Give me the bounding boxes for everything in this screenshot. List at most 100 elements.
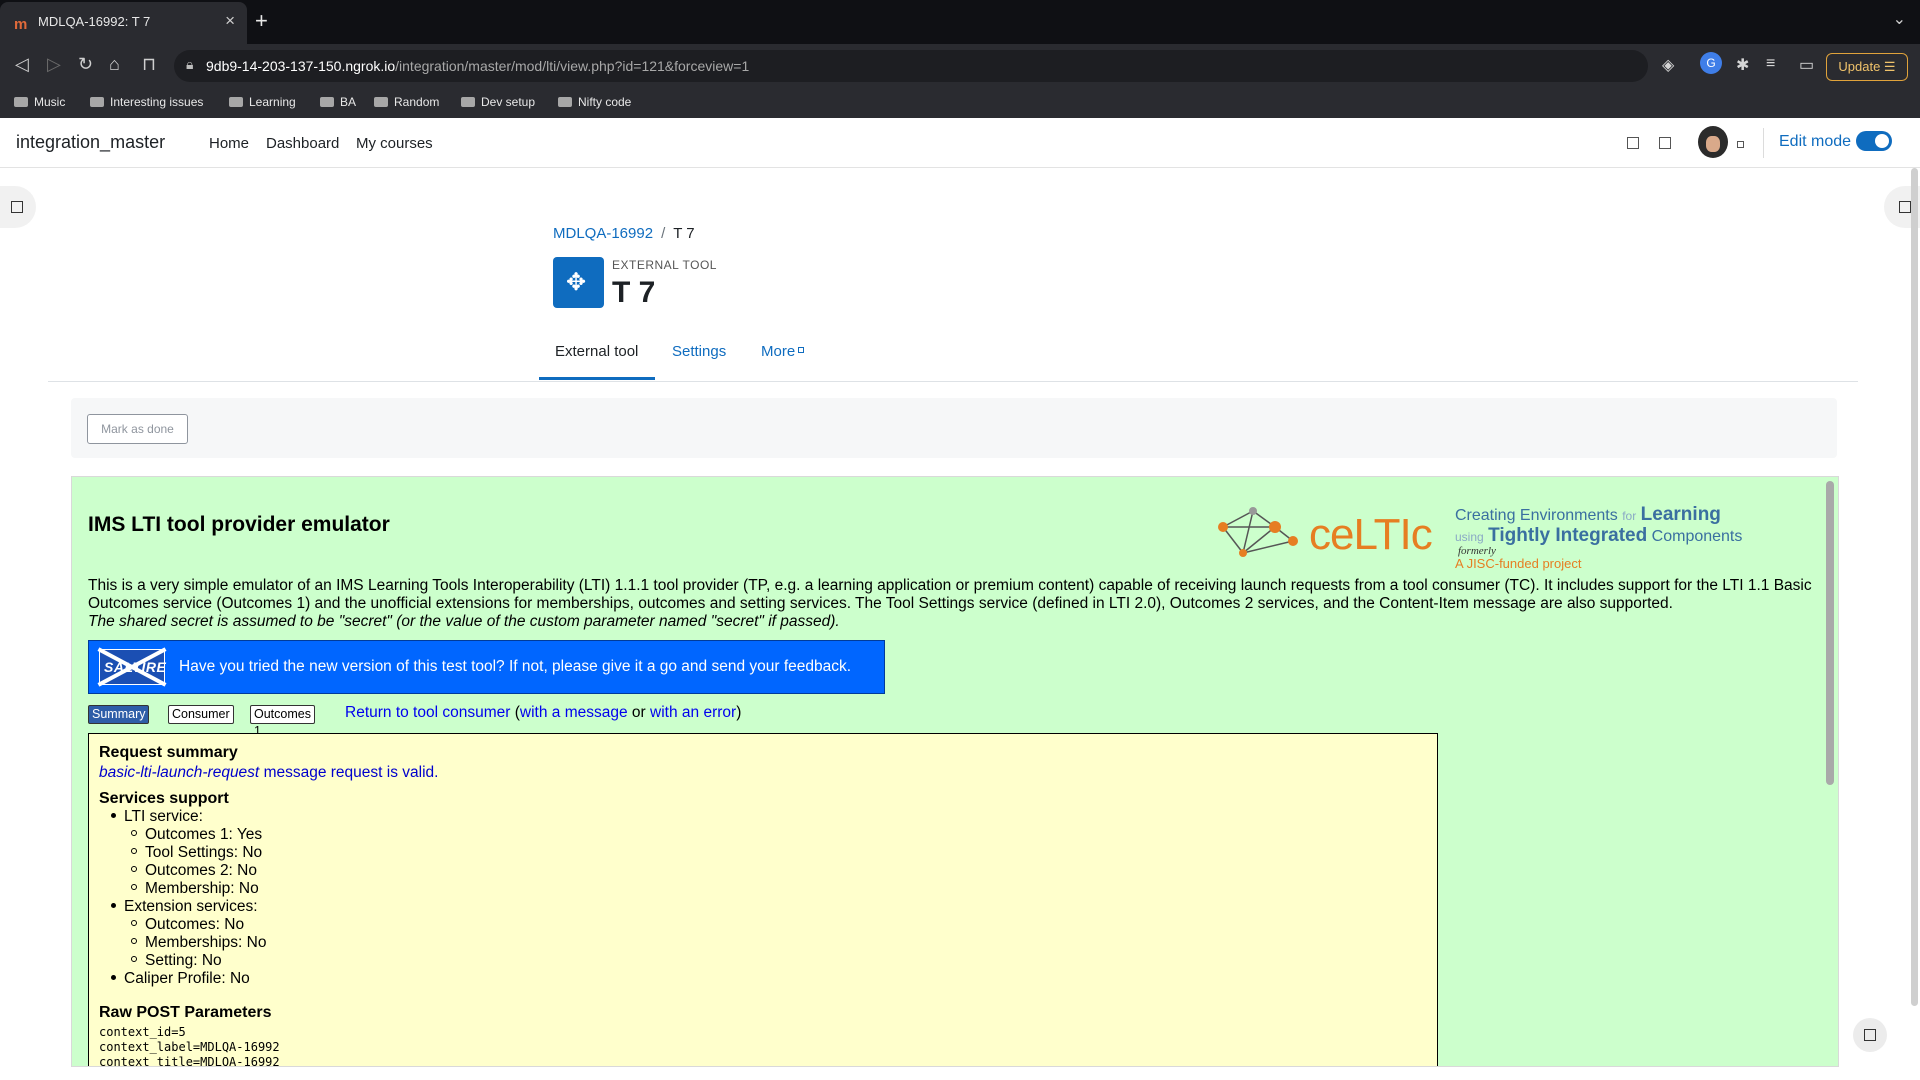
list-item: Membership: No	[131, 880, 259, 898]
more-caret-icon	[798, 347, 805, 353]
bookmark-learning[interactable]: Learning	[229, 95, 296, 109]
tab-settings[interactable]: Settings	[672, 343, 726, 360]
folder-icon	[374, 97, 388, 107]
folder-icon	[90, 97, 104, 107]
address-bar[interactable]: 🔒︎ 9db9-14-203-137-150.ngrok.io/integrat…	[174, 50, 1648, 82]
tab-search-chevron-icon[interactable]: ⌄	[1893, 9, 1906, 29]
update-button[interactable]: Update ☰	[1826, 53, 1908, 81]
browser-toolbar: ◁ ▷ ↻ ⌂ ⊓ 🔒︎ 9db9-14-203-137-150.ngrok.i…	[0, 44, 1920, 88]
moodle-favicon-icon: m	[14, 16, 28, 33]
celtic-tagline: Creating Environments for Learning using…	[1455, 504, 1743, 546]
list-item: Outcomes 1: Yes	[131, 826, 262, 844]
list-item: Tool Settings: No	[131, 844, 262, 862]
moodle-navbar: integration_master Home Dashboard My cou…	[0, 118, 1920, 168]
return-to-consumer-link: Return to tool consumer (with a message …	[345, 704, 742, 721]
secondary-navigation: External tool Settings More	[48, 331, 1858, 382]
active-tab-indicator	[539, 377, 655, 380]
nav-dashboard[interactable]: Dashboard	[266, 135, 339, 152]
browser-tab-strip: m MDLQA-16992: T 7 × + ⌄	[0, 0, 1920, 44]
external-tool-icon: ✥	[553, 257, 604, 308]
reload-icon[interactable]: ↻	[78, 54, 93, 75]
nav-my-courses[interactable]: My courses	[356, 135, 433, 152]
list-item: Setting: No	[131, 952, 222, 970]
list-item: Outcomes: No	[131, 916, 244, 934]
summary-tab-button[interactable]: Summary	[88, 705, 150, 724]
notifications-icon[interactable]	[1627, 137, 1639, 149]
user-menu-caret-icon[interactable]	[1737, 141, 1744, 148]
edit-mode-label: Edit mode	[1779, 133, 1852, 150]
bookmark-random[interactable]: Random	[374, 95, 439, 109]
saltire-message: Have you tried the new version of this t…	[179, 658, 852, 675]
bookmark-music[interactable]: Music	[14, 95, 65, 109]
brave-shield-icon[interactable]: ◈	[1662, 55, 1674, 75]
breadcrumb-current: T 7	[673, 225, 695, 242]
return-with-error-link[interactable]: with an error	[650, 704, 736, 721]
saltire-banner[interactable]: SALTIRE Have you tried the new version o…	[88, 640, 885, 694]
wallet-icon[interactable]: ▭	[1799, 55, 1814, 75]
module-type-label: EXTERNAL TOOL	[612, 258, 717, 272]
lock-icon: 🔒︎	[186, 56, 194, 72]
url-text: 9db9-14-203-137-150.ngrok.io/integration…	[206, 58, 750, 74]
new-tab-icon[interactable]: +	[255, 8, 268, 34]
translate-extension-icon[interactable]: G	[1700, 52, 1722, 74]
secret-note: The shared secret is assumed to be "secr…	[88, 613, 840, 630]
raw-param-line: context_id=5	[99, 1025, 186, 1039]
lti-tool-frame: IMS LTI tool provider emulator ceLTIc Cr…	[71, 476, 1839, 1067]
return-with-message-link[interactable]: with a message	[520, 704, 628, 721]
bookmark-ba[interactable]: BA	[320, 95, 356, 109]
list-item: LTI service:	[111, 808, 203, 826]
breadcrumb-course-link[interactable]: MDLQA-16992	[553, 225, 653, 242]
messages-icon[interactable]	[1659, 137, 1671, 149]
jisc-note: A JISC-funded project	[1455, 556, 1582, 571]
puzzle-icon: ✥	[566, 269, 587, 296]
request-summary-heading: Request summary	[99, 744, 238, 761]
raw-param-line: context_label=MDLQA-16992	[99, 1040, 280, 1054]
services-support-heading: Services support	[99, 790, 229, 807]
navbar-divider	[1763, 128, 1764, 158]
outcomes-tab-button[interactable]: Outcomes 1	[250, 705, 315, 738]
mark-as-done-button[interactable]: Mark as done	[87, 414, 188, 444]
nav-home[interactable]: Home	[209, 135, 249, 152]
close-tab-icon[interactable]: ×	[225, 11, 235, 31]
edit-mode-toggle[interactable]	[1856, 131, 1892, 151]
request-summary-panel: Request summary basic-lti-launch-request…	[88, 733, 1438, 1067]
tab-external-tool[interactable]: External tool	[555, 343, 638, 360]
course-index-drawer-toggle[interactable]	[0, 186, 36, 228]
site-name[interactable]: integration_master	[16, 132, 165, 153]
tab-title: MDLQA-16992: T 7	[38, 14, 151, 29]
bookmarks-bar: Music Interesting issues Learning BA Ran…	[0, 88, 1920, 119]
request-valid-message: basic-lti-launch-request message request…	[99, 764, 439, 781]
help-icon	[1864, 1029, 1876, 1041]
reading-list-icon[interactable]: ≡	[1766, 55, 1775, 73]
extensions-puzzle-icon[interactable]: ✱	[1736, 55, 1749, 75]
folder-icon	[229, 97, 243, 107]
lti-title: IMS LTI tool provider emulator	[88, 513, 390, 536]
list-item: Outcomes 2: No	[131, 862, 257, 880]
bookmark-nifty-code[interactable]: Nifty code	[558, 95, 631, 109]
return-link[interactable]: Return to tool consumer	[345, 704, 510, 721]
bookmark-dev-setup[interactable]: Dev setup	[461, 95, 535, 109]
folder-icon	[461, 97, 475, 107]
user-avatar[interactable]	[1698, 126, 1728, 158]
lti-description: This is a very simple emulator of an IMS…	[88, 577, 1812, 630]
bookmark-icon[interactable]: ⊓	[142, 54, 156, 75]
tab-more[interactable]: More	[761, 343, 805, 360]
raw-param-line: context_title=MDLQA-16992	[99, 1055, 280, 1067]
activity-completion-bar: Mark as done	[71, 398, 1837, 458]
list-item: Extension services:	[111, 898, 258, 916]
raw-post-heading: Raw POST Parameters	[99, 1004, 272, 1021]
home-icon[interactable]: ⌂	[109, 54, 120, 75]
footer-help-button[interactable]	[1853, 1018, 1887, 1052]
drawer-icon	[11, 201, 23, 213]
bookmark-interesting-issues[interactable]: Interesting issues	[90, 95, 203, 109]
consumer-tab-button[interactable]: Consumer	[168, 705, 234, 724]
forward-icon[interactable]: ▷	[47, 54, 61, 75]
drawer-icon	[1899, 201, 1911, 213]
back-icon[interactable]: ◁	[15, 54, 29, 75]
folder-icon	[14, 97, 28, 107]
page-scrollbar[interactable]	[1911, 168, 1918, 1006]
list-item: Memberships: No	[131, 934, 266, 952]
folder-icon	[320, 97, 334, 107]
celtic-wordmark: ceLTIc	[1309, 510, 1433, 559]
browser-tab[interactable]: m MDLQA-16992: T 7 ×	[0, 2, 247, 44]
